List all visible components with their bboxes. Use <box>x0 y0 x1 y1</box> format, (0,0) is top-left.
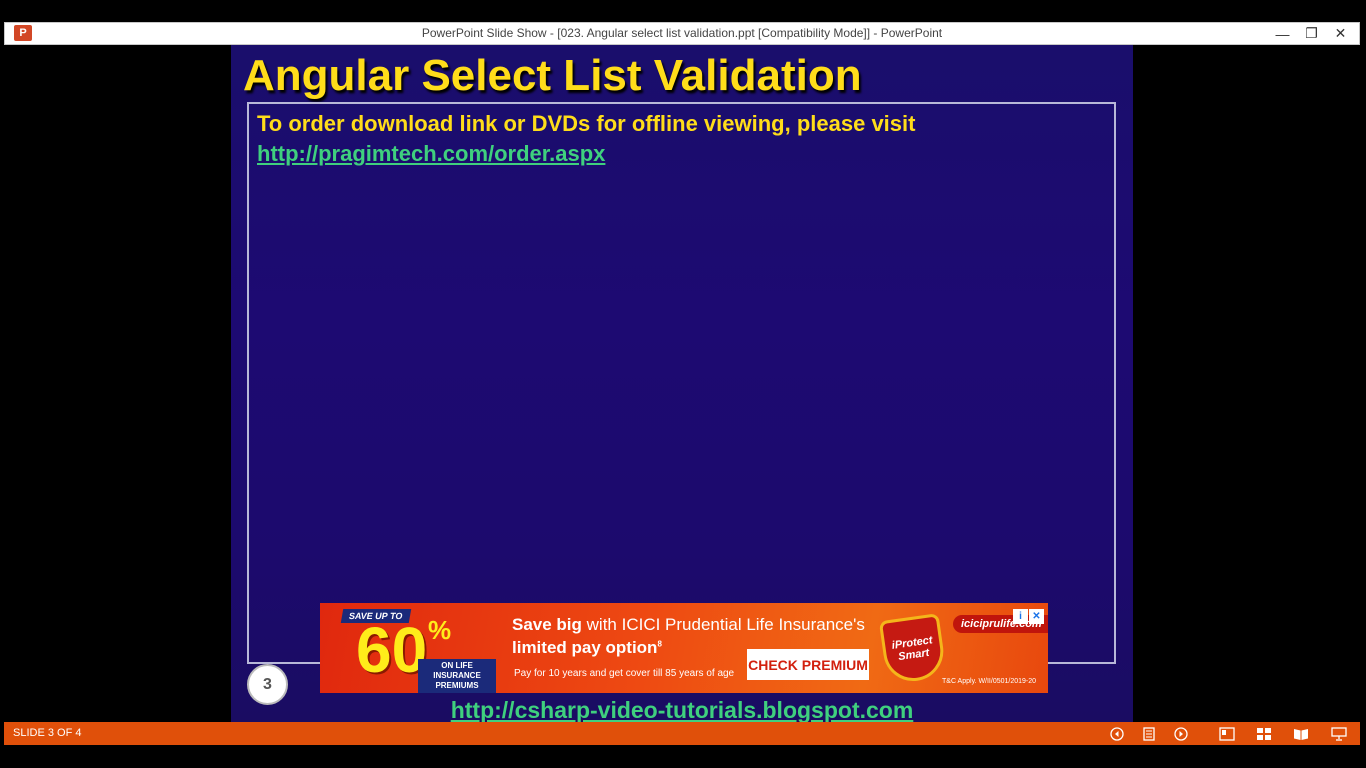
ad-info-icon[interactable]: i <box>1013 609 1028 624</box>
close-button[interactable]: ✕ <box>1326 23 1355 44</box>
window-title: PowerPoint Slide Show - [023. Angular se… <box>421 26 943 40</box>
ad-headline-bold: Save big <box>512 615 582 634</box>
reading-view-icon[interactable] <box>1292 725 1310 742</box>
previous-slide-icon[interactable] <box>1108 725 1126 742</box>
minimize-button[interactable]: — <box>1268 23 1297 44</box>
window-controls: — ❐ ✕ <box>1268 23 1355 44</box>
next-slide-icon[interactable] <box>1172 725 1190 742</box>
slide-counter: SLIDE 3 OF 4 <box>13 727 82 739</box>
order-link[interactable]: http://pragimtech.com/order.aspx <box>257 141 605 167</box>
ad-headline: Save big with ICICI Prudential Life Insu… <box>512 615 865 635</box>
ad-close-icon[interactable]: ✕ <box>1029 609 1044 624</box>
slide-sorter-icon[interactable] <box>1255 725 1273 742</box>
ad-shield-logo: iProtect Smart <box>878 613 948 685</box>
content-placeholder: To order download link or DVDs for offli… <box>247 102 1116 664</box>
restore-button[interactable]: ❐ <box>1297 23 1326 44</box>
ad-subline-text: limited pay option <box>512 638 658 657</box>
ad-headline-rest: with ICICI Prudential Life Insurance's <box>581 615 865 634</box>
slide-title: Angular Select List Validation <box>243 51 862 100</box>
ad-big-number: 60 <box>356 614 428 686</box>
ad-small-text: Pay for 10 years and get cover till 85 y… <box>514 668 735 679</box>
order-text: To order download link or DVDs for offli… <box>257 111 916 136</box>
ad-subline-mark: 8 <box>657 639 662 649</box>
title-bar: P PowerPoint Slide Show - [023. Angular … <box>4 22 1360 45</box>
ad-disclaimer: T&C Apply. W/II/0501/2019-20 <box>942 678 1037 685</box>
ad-subline: limited pay option8 <box>512 638 662 658</box>
ad-controls: i ✕ <box>1013 609 1044 624</box>
normal-view-icon[interactable] <box>1218 725 1236 742</box>
ad-premiums-label: ON LIFE INSURANCE PREMIUMS <box>418 659 496 693</box>
slideshow-status-bar: SLIDE 3 OF 4 <box>4 722 1360 745</box>
slide-show-icon[interactable] <box>1330 725 1348 742</box>
advertisement-banner[interactable]: SAVE UP TO 60 % ON LIFE INSURANCE PREMIU… <box>320 603 1048 693</box>
slide-menu-icon[interactable] <box>1140 725 1158 742</box>
footer-blog-link[interactable]: http://csharp-video-tutorials.blogspot.c… <box>231 697 1133 724</box>
ad-check-premium-button[interactable]: CHECK PREMIUM <box>747 649 869 680</box>
ad-percent-sign: % <box>428 615 452 645</box>
